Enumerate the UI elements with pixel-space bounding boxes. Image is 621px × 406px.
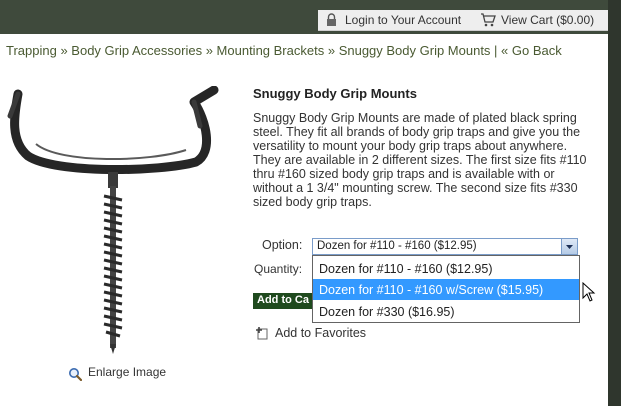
add-to-cart-label: Add to Ca [257,294,309,306]
add-to-favorites-label: Add to Favorites [275,326,367,340]
cart-icon [481,13,496,27]
breadcrumb-separator: » [56,43,72,58]
login-link[interactable]: Login to Your Account [345,13,461,27]
breadcrumb-current[interactable]: Snuggy Body Grip Mounts [339,43,491,58]
breadcrumb-mounting-brackets[interactable]: Mounting Brackets [217,43,325,58]
breadcrumb-separator: | [490,43,502,58]
breadcrumb-body-grip-accessories[interactable]: Body Grip Accessories [71,43,202,58]
quantity-label: Quantity: [254,262,303,276]
lock-icon [327,13,336,26]
go-back-link[interactable]: « Go Back [501,43,562,58]
option-select[interactable]: Dozen for #110 - #160 ($12.95) [312,238,578,255]
chevron-down-icon [566,245,573,249]
product-description: Snuggy Body Grip Mounts are made of plat… [253,111,587,209]
breadcrumb-trapping[interactable]: Trapping [6,43,57,58]
dropdown-arrow-button[interactable] [561,239,577,254]
add-favorite-icon [256,327,268,340]
option-item-label: Dozen for #110 - #160 ($12.95) [319,262,493,276]
product-title: Snuggy Body Grip Mounts [253,86,417,101]
option-dropdown-list: Dozen for #110 - #160 ($12.95) Dozen for… [312,255,580,323]
option-item[interactable]: Dozen for #330 ($16.95) [313,301,579,322]
product-image[interactable] [0,86,236,356]
option-item-label: Dozen for #110 - #160 w/Screw ($15.95) [319,283,544,297]
account-bar: Login to Your Account View Cart ($0.00) [318,10,608,31]
magnifier-icon [69,368,82,381]
enlarge-image-label: Enlarge Image [88,365,167,379]
page-edge [608,0,621,406]
option-item[interactable]: Dozen for #110 - #160 ($12.95) [313,258,579,279]
breadcrumb-separator: » [324,43,339,58]
option-item-highlighted[interactable]: Dozen for #110 - #160 w/Screw ($15.95) [313,279,579,300]
option-select-value: Dozen for #110 - #160 ($12.95) [317,240,477,252]
option-item-label: Dozen for #330 ($16.95) [319,305,455,319]
mouse-cursor-icon [582,282,596,302]
breadcrumb-separator: » [202,43,217,58]
breadcrumb: Trapping » Body Grip Accessories » Mount… [6,44,601,58]
view-cart-link[interactable]: View Cart ($0.00) [501,13,594,27]
option-label: Option: [262,238,303,252]
